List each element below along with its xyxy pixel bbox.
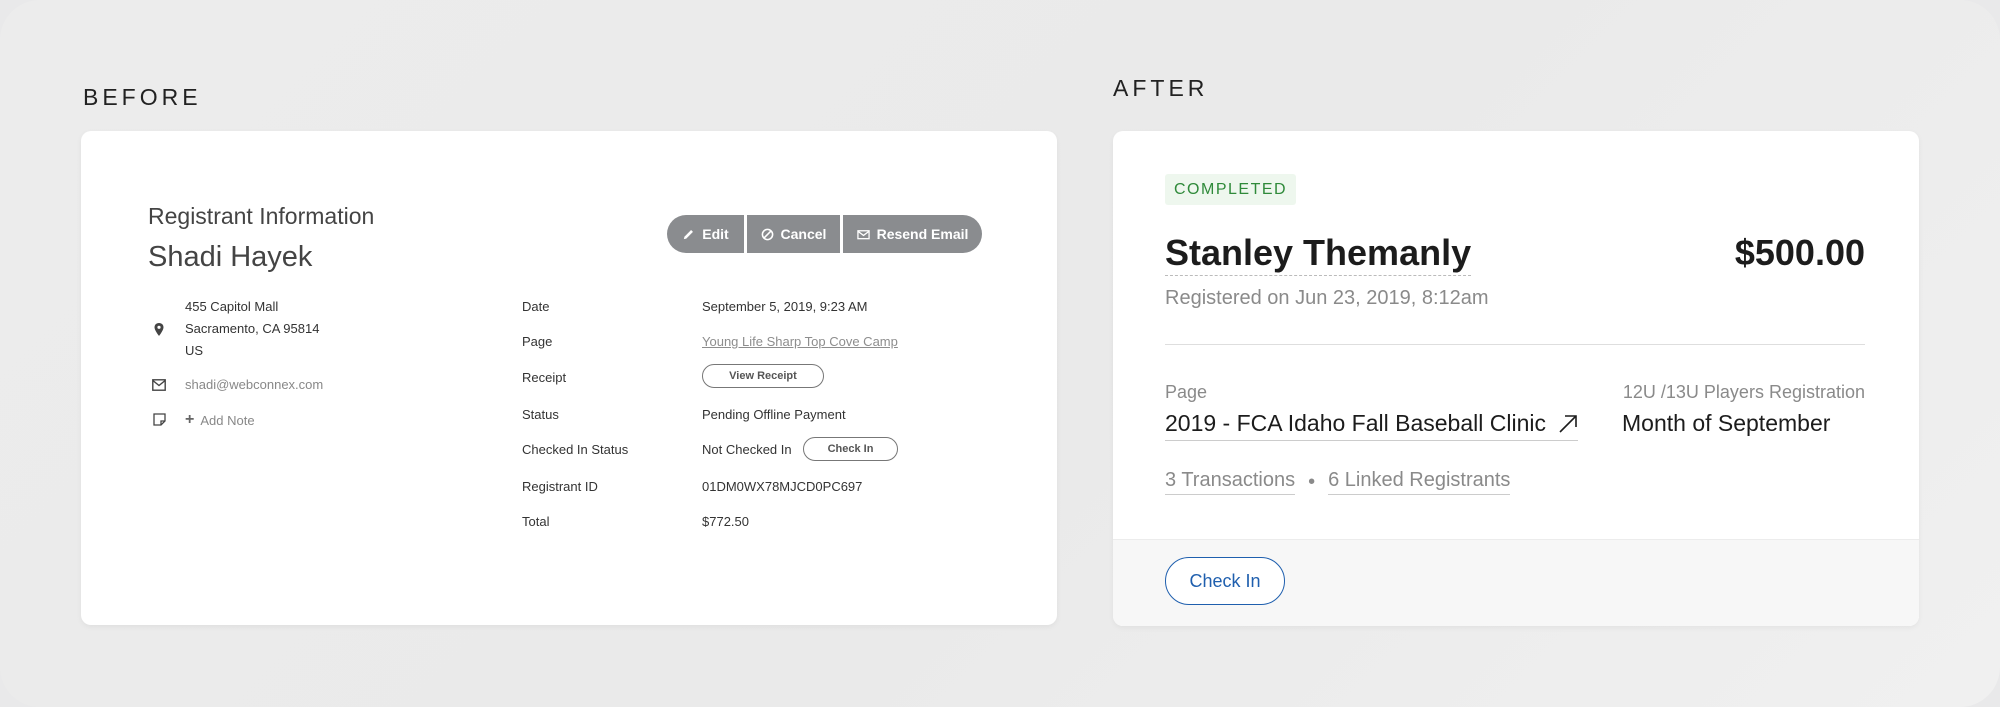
date-value: September 5, 2019, 9:23 AM (702, 299, 868, 314)
registration-type-value: Month of September (1622, 410, 1831, 436)
envelope-icon (856, 229, 870, 239)
page-link[interactable]: Young Life Sharp Top Cove Camp (702, 334, 898, 349)
add-note-link[interactable]: + Add Note (185, 411, 255, 429)
cancel-button[interactable]: Cancel (747, 215, 840, 253)
registrant-info-heading: Registrant Information (148, 203, 375, 229)
linked-registrants-link[interactable]: 6 Linked Registrants (1328, 469, 1511, 495)
page-label: Page (522, 334, 553, 349)
registered-on-text: Registered on Jun 23, 2019, 8:12am (1165, 287, 1489, 309)
before-label: BEFORE (83, 84, 202, 110)
receipt-label: Receipt (522, 370, 567, 385)
status-label: Status (522, 407, 559, 422)
date-label: Date (522, 299, 550, 314)
registrant-name[interactable]: Stanley Themanly (1165, 231, 1472, 276)
check-in-button[interactable]: Check In (1165, 557, 1285, 605)
total-label: Total (522, 514, 550, 529)
registration-type-label: 12U /13U Players Registration (1622, 382, 1865, 402)
edit-button[interactable]: Edit (667, 215, 744, 253)
divider (1165, 344, 1865, 345)
action-button-group: Edit Cancel Resend Email (667, 215, 982, 253)
page-link-text: 2019 - FCA Idaho Fall Baseball Clinic (1165, 410, 1546, 436)
note-icon (153, 413, 166, 426)
view-receipt-button[interactable]: View Receipt (702, 364, 824, 388)
before-registrant-card: Registrant Information Shadi Hayek Edit … (81, 131, 1057, 625)
registrant-id-value: 01DM0WX78MJCD0PC697 (702, 479, 863, 494)
total-value: $772.50 (702, 514, 749, 529)
status-value: Pending Offline Payment (702, 407, 846, 422)
page-link[interactable]: 2019 - FCA Idaho Fall Baseball Clinic (1165, 410, 1578, 441)
address-line-2: Sacramento, CA 95814 (185, 321, 320, 336)
external-arrow-icon (1559, 414, 1577, 433)
location-pin-icon (154, 323, 164, 336)
transactions-link[interactable]: 3 Transactions (1165, 469, 1296, 495)
separator-dot: • (1308, 470, 1316, 493)
registration-amount: $500.00 (1734, 232, 1865, 273)
registrant-email[interactable]: shadi@webconnex.com (185, 377, 323, 392)
after-label: AFTER (1113, 75, 1209, 101)
checked-in-status-value: Not Checked In (702, 442, 792, 457)
mail-icon (152, 379, 166, 391)
page-label: Page (1165, 382, 1208, 402)
resend-email-button[interactable]: Resend Email (843, 215, 982, 253)
cancel-circle-icon (761, 228, 773, 240)
checked-in-status-label: Checked In Status (522, 442, 629, 457)
registrant-id-label: Registrant ID (522, 479, 598, 494)
address-line-1: 455 Capitol Mall (185, 299, 279, 314)
status-badge: COMPLETED (1165, 174, 1297, 205)
pencil-icon (684, 229, 694, 239)
check-in-button[interactable]: Check In (803, 437, 898, 461)
registrant-name: Shadi Hayek (148, 241, 313, 273)
after-registrant-card: COMPLETED Stanley Themanly $500.00 Regis… (1113, 131, 1919, 626)
plus-icon: + (185, 411, 195, 428)
card-footer: Check In (1113, 539, 1919, 626)
related-links: 3 Transactions • 6 Linked Registrants (1165, 469, 1511, 495)
address-line-3: US (185, 343, 204, 358)
